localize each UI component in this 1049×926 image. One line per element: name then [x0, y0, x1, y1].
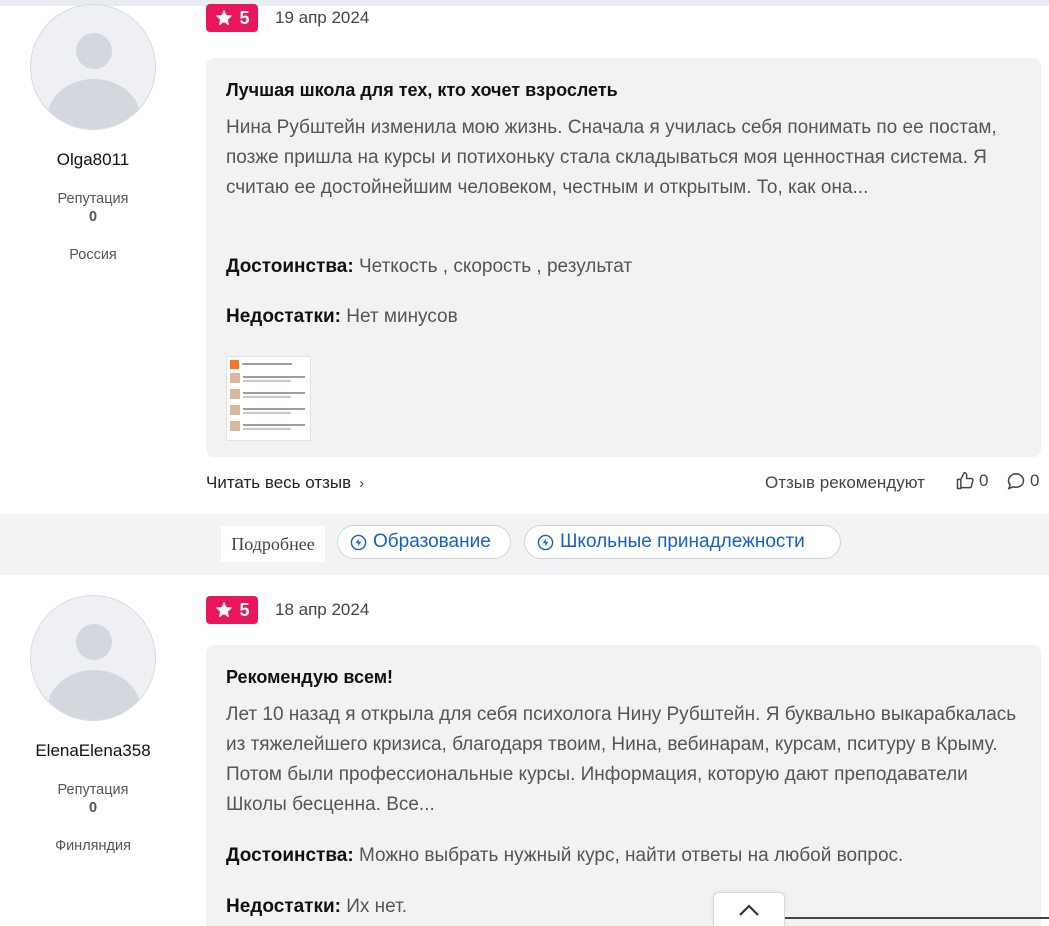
avatar[interactable]: [30, 4, 156, 130]
review-title[interactable]: Рекомендую всем!: [226, 667, 393, 688]
chevron-right-icon: ›: [359, 474, 365, 492]
review-card: Olga8011 Репутация 0 Россия 5 19 апр 202…: [0, 4, 1049, 514]
likes-count: 0: [979, 471, 989, 490]
tag-school-supplies[interactable]: Школьные принадлежности: [524, 525, 841, 559]
pros-text: Можно выбрать нужный курс, найти ответы …: [358, 845, 904, 866]
review-text: Нина Рубштейн изменила мою жизнь. Сначал…: [226, 117, 997, 198]
review-date: 18 апр 2024: [275, 600, 370, 619]
read-full-review-link[interactable]: Читать весь отзыв ›: [206, 473, 364, 493]
like-button[interactable]: 0: [955, 471, 988, 491]
comment-icon: [1007, 473, 1025, 490]
author-username[interactable]: Olga8011: [0, 150, 186, 170]
review-photo-thumbnail[interactable]: [226, 356, 311, 441]
more-label: Подробнее: [221, 526, 325, 562]
cons-text: Нет минусов: [346, 306, 458, 327]
comments-button[interactable]: 0: [1006, 471, 1039, 491]
review-pros: Достоинства: Четкость , скорость , резул…: [226, 256, 632, 278]
author-username[interactable]: ElenaElena358: [0, 741, 186, 761]
cons-text: Их нет.: [346, 896, 407, 917]
author-country: Россия: [69, 247, 117, 263]
review-pros: Достоинства: Можно выбрать нужный курс, …: [226, 845, 903, 867]
reputation-label: Репутация: [57, 191, 129, 207]
scroll-to-top-button[interactable]: [713, 892, 785, 926]
comments-count: 0: [1030, 471, 1040, 490]
reputation-value: 0: [88, 209, 98, 225]
chevron-up-icon: [739, 903, 759, 916]
review-body: Рекомендую всем! Лет 10 назад я открыла …: [206, 645, 1041, 926]
read-more-label: Читать весь отзыв: [206, 473, 352, 492]
avatar[interactable]: [30, 595, 156, 721]
thumbs-up-icon: [956, 471, 974, 490]
review-card: ElenaElena358 Репутация 0 Финляндия 5 18…: [0, 575, 1049, 926]
tag-bar: Подробнее Образование Школьные принадлеж…: [0, 514, 1049, 575]
pros-label: Достоинства:: [226, 256, 354, 277]
star-icon: [216, 9, 233, 26]
reputation-value: 0: [88, 800, 98, 816]
cons-label: Недостатки:: [226, 896, 341, 917]
rating-value: 5: [239, 599, 250, 620]
tag-label: Школьные принадлежности: [560, 531, 805, 552]
tag-education[interactable]: Образование: [337, 525, 511, 559]
star-icon: [216, 601, 233, 618]
pros-text: Четкость , скорость , результат: [358, 256, 633, 277]
tag-label: Образование: [373, 531, 491, 552]
review-cons: Недостатки: Их нет.: [226, 896, 407, 918]
cons-label: Недостатки:: [226, 306, 341, 327]
recommend-label: Отзыв рекомендуют: [765, 473, 925, 492]
reputation-label: Репутация: [57, 782, 129, 798]
review-date: 19 апр 2024: [275, 8, 370, 27]
rating-value: 5: [239, 7, 250, 28]
rating-badge: 5: [206, 4, 258, 32]
pros-label: Достоинства:: [226, 845, 354, 866]
divider: [785, 917, 1049, 919]
review-cons: Недостатки: Нет минусов: [226, 306, 458, 328]
review-text: Лет 10 назад я открыла для себя психолог…: [226, 704, 1017, 815]
rating-badge: 5: [206, 596, 258, 624]
lightning-circle-icon: [350, 534, 367, 550]
review-body: Лучшая школа для тех, кто хочет взрослет…: [206, 58, 1041, 457]
lightning-circle-icon: [537, 534, 554, 550]
author-country: Финляндия: [55, 838, 131, 854]
review-title[interactable]: Лучшая школа для тех, кто хочет взрослет…: [226, 80, 618, 101]
